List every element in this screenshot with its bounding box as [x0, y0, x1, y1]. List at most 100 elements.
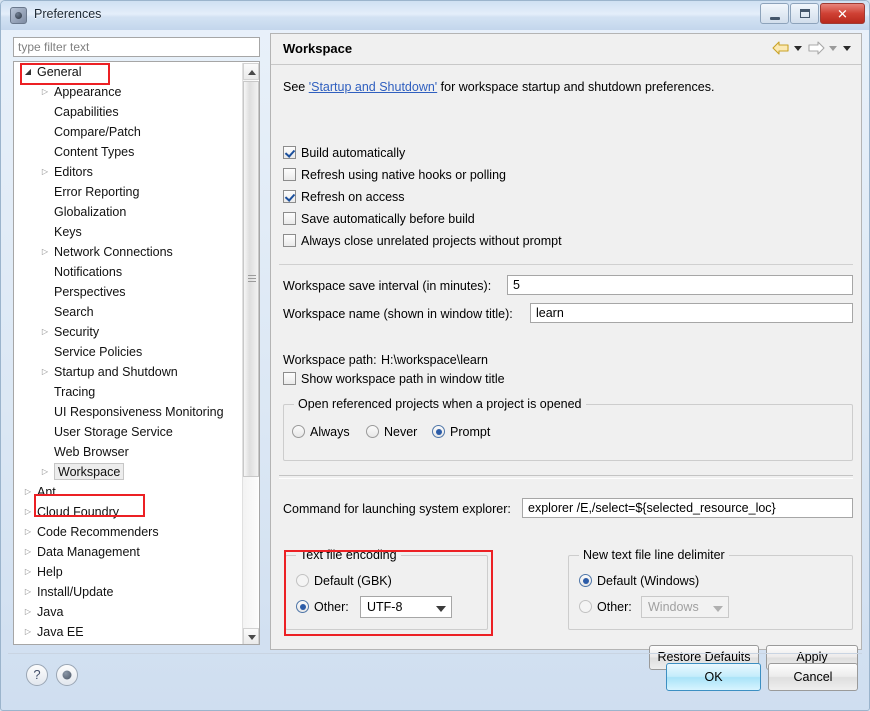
expand-arrow-closed-icon[interactable]: ▷	[22, 482, 34, 502]
radio-icon[interactable]	[296, 574, 309, 587]
expand-arrow-closed-icon[interactable]: ▷	[39, 162, 51, 182]
filter-input[interactable]: type filter text	[13, 37, 260, 57]
tree-item-globalization[interactable]: Globalization	[14, 202, 243, 222]
checkbox-save-before-build[interactable]: Save automatically before build	[283, 212, 475, 226]
tree-item-label: Java EE	[37, 625, 84, 639]
radio-always[interactable]: Always	[292, 425, 350, 439]
expand-arrow-open-icon[interactable]: ◢	[22, 62, 34, 82]
checkbox-icon[interactable]	[283, 190, 296, 203]
checkbox-refresh-native-hooks[interactable]: Refresh using native hooks or polling	[283, 168, 506, 182]
tree-item-editors[interactable]: ▷ Editors	[14, 162, 243, 182]
back-arrow-icon[interactable]	[772, 39, 790, 57]
tree-item-java-ee[interactable]: ▷ Java EE	[14, 622, 243, 642]
help-icon[interactable]: ?	[26, 664, 48, 686]
expand-arrow-closed-icon[interactable]: ▷	[39, 242, 51, 262]
tree-item-keys[interactable]: Keys	[14, 222, 243, 242]
tree-item-label: Cloud Foundry	[37, 505, 119, 519]
tree-item-web-browser[interactable]: Web Browser	[14, 442, 243, 462]
tree-item-help[interactable]: ▷ Help	[14, 562, 243, 582]
expand-arrow-closed-icon[interactable]: ▷	[22, 522, 34, 542]
chevron-down-icon	[436, 606, 446, 612]
expand-arrow-closed-icon[interactable]: ▷	[22, 502, 34, 522]
tree-item-ant[interactable]: ▷ Ant	[14, 482, 243, 502]
tree-item-network-connections[interactable]: ▷ Network Connections	[14, 242, 243, 262]
radio-icon[interactable]	[366, 425, 379, 438]
tree-item-capabilities[interactable]: Capabilities	[14, 102, 243, 122]
tree-item-label: Globalization	[54, 205, 127, 219]
radio-icon[interactable]	[579, 574, 592, 587]
tree-item-label: Tracing	[54, 385, 96, 399]
back-menu-chevron-down-icon[interactable]	[793, 39, 804, 57]
expand-arrow-closed-icon[interactable]: ▷	[22, 602, 34, 622]
tree-node-list: ◢ General ▷ Appearance Capabilities Compare/P…	[14, 62, 243, 644]
tree-item-workspace[interactable]: ▷ Workspace	[14, 462, 243, 482]
tree-item-cloud-foundry[interactable]: ▷ Cloud Foundry	[14, 502, 243, 522]
radio-icon[interactable]	[579, 600, 592, 613]
radio-icon[interactable]	[292, 425, 305, 438]
tree-item-install-update[interactable]: ▷ Install/Update	[14, 582, 243, 602]
preferences-tree[interactable]: ◢ General ▷ Appearance Capabilities Compare/P…	[13, 61, 260, 645]
preferences-scope-icon[interactable]	[56, 664, 78, 686]
tree-item-java[interactable]: ▷ Java	[14, 602, 243, 622]
encoding-combo[interactable]: UTF-8	[360, 596, 452, 618]
tree-item-data-management[interactable]: ▷ Data Management	[14, 542, 243, 562]
expand-arrow-closed-icon[interactable]: ▷	[39, 462, 51, 482]
checkbox-refresh-on-access[interactable]: Refresh on access	[283, 190, 405, 204]
expand-arrow-closed-icon[interactable]: ▷	[22, 622, 34, 642]
startup-shutdown-link[interactable]: 'Startup and Shutdown'	[309, 80, 437, 94]
tree-item-search[interactable]: Search	[14, 302, 243, 322]
checkbox-icon[interactable]	[283, 372, 296, 385]
checkbox-label: Build automatically	[301, 146, 406, 160]
tree-item-ui-responsiveness-monitoring[interactable]: UI Responsiveness Monitoring	[14, 402, 243, 422]
ok-button[interactable]: OK	[666, 663, 761, 691]
expand-arrow-closed-icon[interactable]: ▷	[22, 582, 34, 602]
page-header: Workspace	[271, 34, 861, 65]
scroll-thumb[interactable]	[243, 81, 259, 477]
radio-delimiter-other[interactable]: Other:	[579, 600, 632, 614]
expand-arrow-closed-icon[interactable]: ▷	[39, 362, 51, 382]
tree-item-code-recommenders[interactable]: ▷ Code Recommenders	[14, 522, 243, 542]
expand-arrow-closed-icon[interactable]: ▷	[39, 322, 51, 342]
tree-item-general[interactable]: ◢ General	[14, 62, 243, 82]
tree-item-compare-patch[interactable]: Compare/Patch	[14, 122, 243, 142]
checkbox-show-workspace-path[interactable]: Show workspace path in window title	[283, 372, 505, 386]
save-interval-input[interactable]: 5	[507, 275, 853, 295]
tree-item-notifications[interactable]: Notifications	[14, 262, 243, 282]
radio-icon[interactable]	[432, 425, 445, 438]
radio-never[interactable]: Never	[366, 425, 417, 439]
checkbox-icon[interactable]	[283, 146, 296, 159]
scroll-up-button[interactable]	[243, 63, 259, 80]
checkbox-icon[interactable]	[283, 212, 296, 225]
radio-encoding-other[interactable]: Other:	[296, 600, 349, 614]
tree-item-content-types[interactable]: Content Types	[14, 142, 243, 162]
tree-item-error-reporting[interactable]: Error Reporting	[14, 182, 243, 202]
expand-arrow-closed-icon[interactable]: ▷	[22, 542, 34, 562]
tree-item-service-policies[interactable]: Service Policies	[14, 342, 243, 362]
radio-label: Other:	[314, 600, 349, 614]
workspace-name-input[interactable]: learn	[530, 303, 853, 323]
cancel-button[interactable]: Cancel	[768, 663, 858, 691]
minimize-button[interactable]	[760, 3, 789, 24]
close-button[interactable]: ✕	[820, 3, 865, 24]
tree-item-startup-and-shutdown[interactable]: ▷ Startup and Shutdown	[14, 362, 243, 382]
explorer-command-input[interactable]: explorer /E,/select=${selected_resource_…	[522, 498, 853, 518]
checkbox-icon[interactable]	[283, 234, 296, 247]
expand-arrow-closed-icon[interactable]: ▷	[22, 562, 34, 582]
radio-delimiter-default[interactable]: Default (Windows)	[579, 574, 699, 588]
checkbox-icon[interactable]	[283, 168, 296, 181]
tree-item-security[interactable]: ▷ Security	[14, 322, 243, 342]
scroll-down-button[interactable]	[243, 628, 259, 644]
expand-arrow-closed-icon[interactable]: ▷	[39, 82, 51, 102]
checkbox-close-unrelated-projects[interactable]: Always close unrelated projects without …	[283, 234, 562, 248]
checkbox-build-automatically[interactable]: Build automatically	[283, 146, 405, 160]
radio-icon[interactable]	[296, 600, 309, 613]
tree-scrollbar[interactable]	[242, 63, 259, 644]
tree-item-perspectives[interactable]: Perspectives	[14, 282, 243, 302]
radio-prompt[interactable]: Prompt	[432, 425, 490, 439]
tree-item-user-storage-service[interactable]: User Storage Service	[14, 422, 243, 442]
tree-item-tracing[interactable]: Tracing	[14, 382, 243, 402]
radio-encoding-default[interactable]: Default (GBK)	[296, 574, 392, 588]
maximize-button[interactable]	[790, 3, 819, 24]
page-menu-chevron-down-icon[interactable]	[842, 39, 853, 57]
tree-item-appearance[interactable]: ▷ Appearance	[14, 82, 243, 102]
